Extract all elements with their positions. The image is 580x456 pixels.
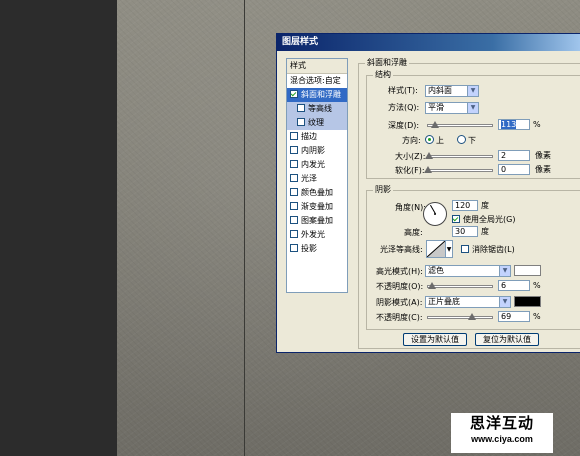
shadow-opacity-label: 不透明度(C): (376, 313, 423, 322)
soften-input[interactable]: 0 (498, 164, 530, 175)
depth-label: 深度(D): (388, 121, 420, 130)
highlight-opacity-thumb[interactable] (427, 282, 436, 289)
style-item-bevel[interactable]: 斜面和浮雕 (287, 88, 347, 102)
style-item-contour[interactable]: 等高线 (287, 102, 347, 116)
size-input[interactable]: 2 (498, 150, 530, 161)
highlight-mode-select[interactable]: 滤色 ▼ (425, 265, 511, 277)
style-item-gradient-overlay[interactable]: 渐变叠加 (287, 200, 347, 214)
highlight-mode-label: 高光模式(H): (376, 267, 423, 276)
highlight-opacity-unit: % (533, 281, 541, 290)
pattern-overlay-checkbox[interactable] (290, 215, 298, 224)
guide-line (244, 0, 245, 456)
altitude-unit: 度 (481, 227, 489, 236)
style-item-color-overlay[interactable]: 颜色叠加 (287, 186, 347, 200)
angle-input[interactable]: 120 (452, 200, 478, 211)
size-unit: 像素 (535, 151, 551, 160)
color-overlay-checkbox[interactable] (290, 187, 298, 196)
direction-down-option[interactable]: 下 (457, 135, 476, 147)
angle-label: 角度(N): (395, 203, 426, 212)
technique-select[interactable]: 平滑 ▼ (425, 102, 479, 114)
depth-unit: % (533, 120, 541, 129)
reset-default-button[interactable]: 复位为默认值 (475, 333, 539, 346)
site-watermark: 思洋互动 www.ciya.com (451, 413, 553, 453)
shadow-opacity-input[interactable]: 69 (498, 311, 530, 322)
size-slider[interactable] (425, 152, 493, 159)
highlight-opacity-label: 不透明度(O): (376, 282, 424, 291)
styles-list: 样式 混合选项:自定 斜面和浮雕 等高线 纹理 描边 内阴影 内发光 光泽 颜色… (286, 58, 348, 293)
technique-label: 方法(Q): (388, 103, 420, 112)
structure-title: 结构 (373, 70, 393, 80)
highlight-opacity-input[interactable]: 6 (498, 280, 530, 291)
highlight-color-swatch[interactable] (514, 265, 541, 276)
depth-slider[interactable] (427, 121, 493, 128)
inner-glow-checkbox[interactable] (290, 159, 298, 168)
angle-unit: 度 (481, 201, 489, 210)
watermark-title: 思洋互动 (469, 414, 534, 432)
left-dark-panel (0, 0, 117, 456)
dialog-title: 图层样式 (277, 34, 580, 51)
soften-label: 软化(F): (395, 166, 425, 175)
style-item-inner-glow[interactable]: 内发光 (287, 158, 347, 172)
soften-slider-thumb[interactable] (424, 166, 432, 173)
style-item-texture[interactable]: 纹理 (287, 116, 347, 130)
angle-dot (434, 213, 436, 215)
shadow-color-swatch[interactable] (514, 296, 541, 307)
antialias-option[interactable]: 消除锯齿(L) (461, 244, 515, 256)
shadow-opacity-thumb[interactable] (468, 313, 477, 320)
chevron-down-icon: ▼ (467, 103, 478, 113)
global-light-option[interactable]: 使用全局光(G) (452, 214, 515, 226)
direction-up-radio[interactable] (425, 135, 434, 144)
angle-dial[interactable] (423, 202, 447, 226)
chevron-down-icon: ▼ (467, 86, 478, 96)
gloss-contour-preview[interactable] (426, 240, 446, 258)
contour-dropdown-icon[interactable]: ▼ (446, 240, 453, 258)
global-light-checkbox[interactable] (452, 214, 460, 223)
antialias-checkbox[interactable] (461, 244, 469, 253)
style-item-pattern-overlay[interactable]: 图案叠加 (287, 214, 347, 228)
style-label: 样式(T): (388, 86, 418, 95)
gradient-overlay-checkbox[interactable] (290, 201, 298, 210)
altitude-input[interactable]: 30 (452, 226, 478, 237)
shadow-opacity-slider[interactable] (427, 313, 493, 320)
inner-shadow-checkbox[interactable] (290, 145, 298, 154)
depth-slider-thumb[interactable] (431, 121, 440, 128)
shadow-mode-select[interactable]: 正片叠底 ▼ (425, 296, 511, 308)
direction-up-option[interactable]: 上 (425, 135, 444, 147)
style-item-satin[interactable]: 光泽 (287, 172, 347, 186)
shadow-opacity-unit: % (533, 312, 541, 321)
size-label: 大小(Z): (395, 152, 426, 161)
blend-options-item[interactable]: 混合选项:自定 (287, 74, 347, 88)
altitude-label: 高度: (404, 228, 423, 237)
bevel-checkbox[interactable] (290, 89, 298, 98)
shadow-mode-label: 阴影模式(A): (376, 298, 423, 307)
layer-style-dialog: 图层样式 样式 混合选项:自定 斜面和浮雕 等高线 纹理 描边 内阴影 内发光 … (276, 33, 580, 353)
size-slider-thumb[interactable] (425, 152, 434, 159)
depth-input[interactable]: 113 (498, 119, 530, 130)
bevel-group-title: 斜面和浮雕 (365, 58, 409, 68)
highlight-opacity-slider[interactable] (427, 282, 493, 289)
style-select[interactable]: 内斜面 ▼ (425, 85, 479, 97)
watermark-url: www.ciya.com (471, 434, 533, 444)
soften-slider[interactable] (424, 166, 493, 173)
contour-curve-icon (427, 241, 445, 257)
make-default-button[interactable]: 设置为默认值 (403, 333, 467, 346)
chevron-down-icon: ▼ (499, 297, 510, 307)
outer-glow-checkbox[interactable] (290, 229, 298, 238)
chevron-down-icon: ▼ (499, 266, 510, 276)
gloss-contour-label: 光泽等高线: (380, 245, 423, 254)
drop-shadow-checkbox[interactable] (290, 243, 298, 252)
texture-checkbox[interactable] (297, 117, 305, 126)
style-item-stroke[interactable]: 描边 (287, 130, 347, 144)
soften-unit: 像素 (535, 165, 551, 174)
stroke-checkbox[interactable] (290, 131, 298, 140)
styles-header[interactable]: 样式 (287, 59, 347, 74)
direction-down-radio[interactable] (457, 135, 466, 144)
shading-title: 阴影 (373, 185, 393, 195)
style-item-drop-shadow[interactable]: 投影 (287, 242, 347, 256)
style-item-inner-shadow[interactable]: 内阴影 (287, 144, 347, 158)
style-item-outer-glow[interactable]: 外发光 (287, 228, 347, 242)
direction-label: 方向: (402, 136, 421, 145)
contour-checkbox[interactable] (297, 103, 305, 112)
satin-checkbox[interactable] (290, 173, 298, 182)
